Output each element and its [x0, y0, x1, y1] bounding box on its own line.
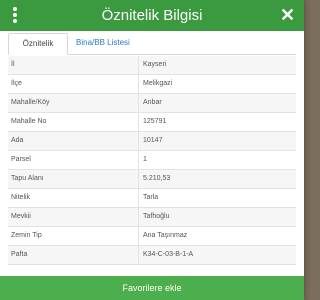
attribute-key: Mahalle No	[8, 113, 139, 131]
table-row: Mevkii Tafhoğlu	[8, 208, 296, 227]
table-row: Nitelik Tarla	[8, 189, 296, 208]
attribute-key: İlçe	[8, 75, 139, 93]
modal-header: Öznitelik Bilgisi ✕	[0, 0, 304, 31]
modal-title: Öznitelik Bilgisi	[101, 7, 203, 24]
table-row: Mahalle No 125791	[8, 113, 296, 132]
add-to-favorites-button[interactable]: Favorilere ekle	[0, 276, 304, 300]
attribute-key: Nitelik	[8, 189, 139, 207]
attribute-key: İl	[8, 56, 139, 74]
table-row: Ada 10147	[8, 132, 296, 151]
attribute-value: Kayseri	[143, 61, 167, 68]
attribute-key: Ada	[8, 132, 139, 150]
table-row: Pafta K34-C-03-B-1-A	[8, 246, 296, 265]
attribute-value: Anbar	[143, 99, 162, 106]
close-icon[interactable]: ✕	[280, 6, 295, 24]
attribute-value: Melikgazi	[143, 80, 173, 87]
table-row: İlçe Melikgazi	[8, 75, 296, 94]
tab-attribute-info[interactable]: Öznitelik Bilgisi	[8, 33, 68, 68]
table-row: İl Kayseri	[8, 56, 296, 75]
attribute-value: Tarla	[143, 194, 159, 201]
attribute-key: Mahalle/Köy	[8, 94, 139, 112]
attribute-value: Ana Taşınmaz	[143, 232, 188, 239]
attribute-table: İl Kayseri İlçe Melikgazi Mahalle/Köy An…	[8, 56, 296, 265]
table-row: Tapu Alanı 5.210,53	[8, 170, 296, 189]
tab-building-list[interactable]: Bina/BB Listesi	[71, 33, 135, 55]
attribute-key: Tapu Alanı	[8, 170, 139, 188]
attribute-key: Pafta	[8, 246, 139, 264]
table-row: Mahalle/Köy Anbar	[8, 94, 296, 113]
table-row: Parsel 1	[8, 151, 296, 170]
attribute-value: 10147	[143, 137, 163, 144]
attribute-value: K34-C-03-B-1-A	[143, 251, 194, 258]
attribute-key: Mevkii	[8, 208, 139, 226]
attribute-value: 125791	[143, 118, 167, 125]
tab-bar: Öznitelik Bilgisi Bina/BB Listesi	[8, 33, 296, 68]
attribute-value: 5.210,53	[143, 175, 171, 182]
attribute-key: Parsel	[8, 151, 139, 169]
attribute-value: 1	[143, 156, 147, 163]
attribute-value: Tafhoğlu	[143, 213, 170, 220]
attribute-info-modal: Öznitelik Bilgisi ✕ Öznitelik Bilgisi Bi…	[0, 0, 304, 300]
attribute-key: Zemin Tip	[8, 227, 139, 245]
table-row: Zemin Tip Ana Taşınmaz	[8, 227, 296, 246]
